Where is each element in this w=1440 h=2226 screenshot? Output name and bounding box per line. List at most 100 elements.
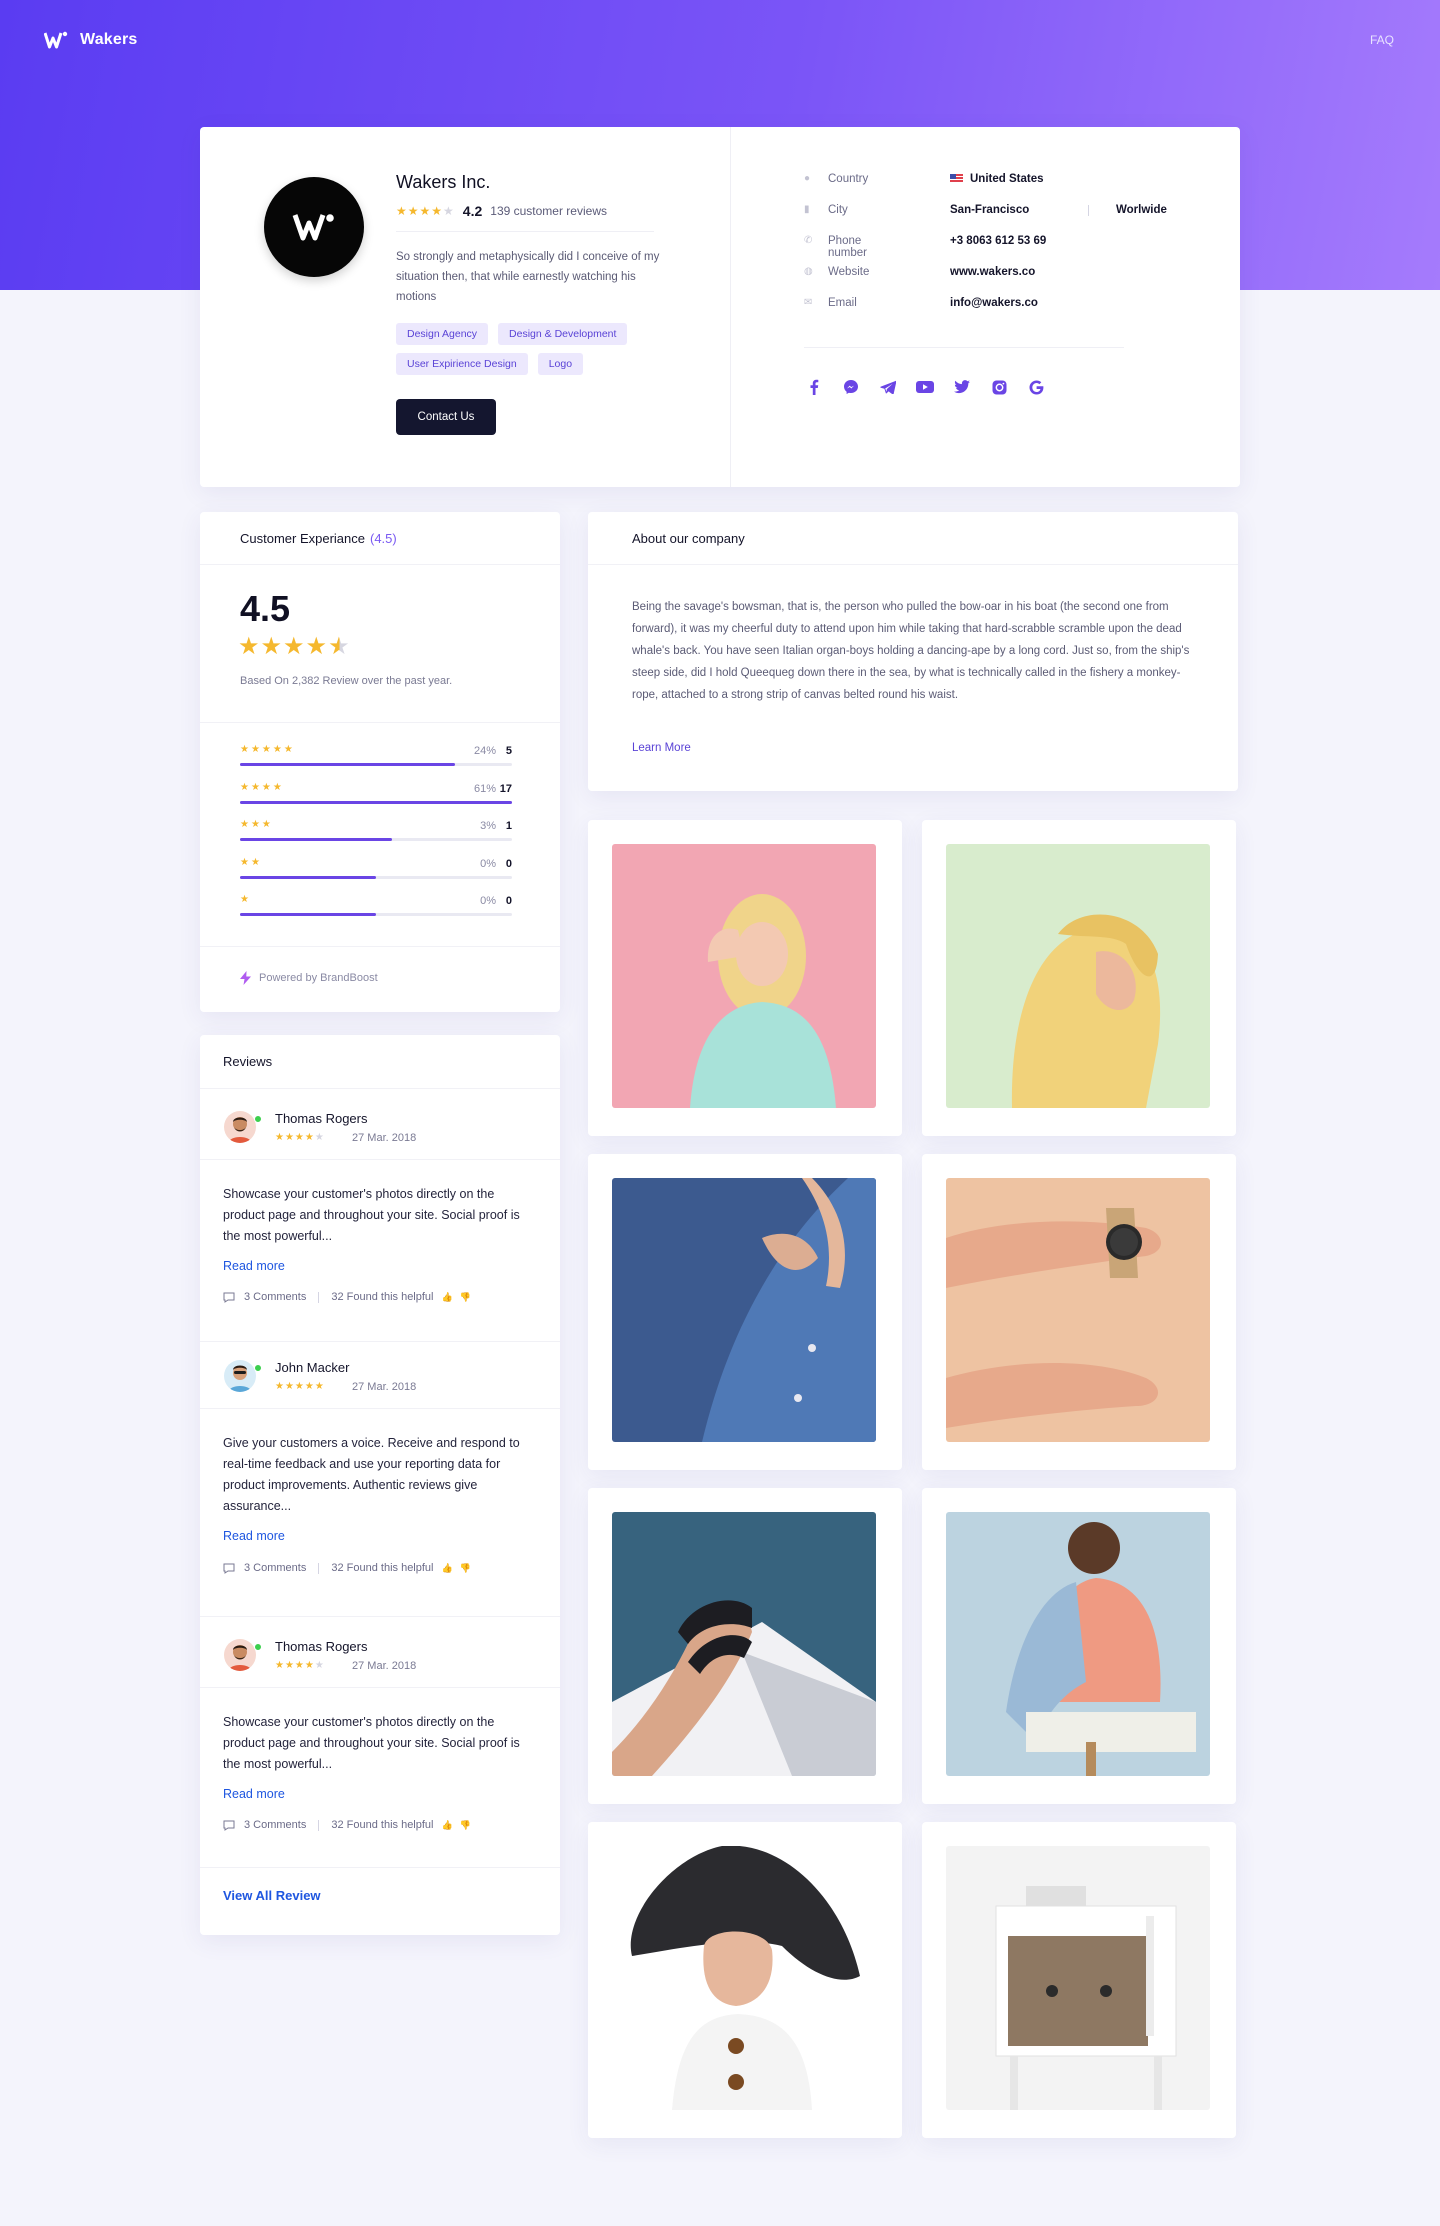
tag-logo[interactable]: Logo — [537, 353, 584, 375]
gallery-item[interactable] — [922, 820, 1236, 1136]
comments-link[interactable]: 3 Comments — [244, 1291, 306, 1303]
comment-icon — [223, 1563, 235, 1574]
helpful-count: 32 Found this helpful — [331, 1562, 434, 1574]
gallery-item[interactable] — [922, 1154, 1236, 1470]
divider — [200, 1408, 560, 1409]
avatar[interactable] — [224, 1639, 256, 1671]
gallery-item[interactable] — [588, 1822, 902, 2138]
read-more-link[interactable]: Read more — [223, 1259, 285, 1273]
globe-icon: ◍ — [804, 266, 813, 277]
online-indicator — [254, 1364, 262, 1372]
facebook-icon[interactable] — [804, 377, 824, 397]
telegram-icon[interactable] — [878, 377, 898, 397]
gallery-item[interactable] — [922, 1822, 1236, 2138]
row-percent: 24% — [473, 745, 496, 757]
phone-value[interactable]: +3 8063 612 53 69 — [950, 235, 1046, 247]
powered-by[interactable]: Powered by BrandBoost — [240, 971, 378, 985]
card-title: About our company — [632, 530, 745, 546]
top-navigation: Wakers FAQ — [0, 0, 1440, 80]
gallery-image — [946, 1846, 1210, 2110]
reviewer-name[interactable]: Thomas Rogers — [275, 1111, 367, 1126]
company-logo-icon — [292, 214, 334, 241]
reviewer-name[interactable]: John Macker — [275, 1360, 349, 1375]
company-logo — [264, 177, 364, 277]
view-all-reviews-link[interactable]: View All Review — [223, 1888, 321, 1903]
rating-row: ★ 0% 0 — [240, 894, 512, 932]
row-percent: 61% — [473, 782, 496, 795]
thumbs-up-icon[interactable]: 👍 — [442, 1820, 453, 1831]
reviews-count-link[interactable]: 139 customer reviews — [490, 204, 607, 218]
gallery-item[interactable] — [588, 1488, 902, 1804]
learn-more-link[interactable]: Learn More — [632, 742, 691, 754]
progress-fill — [240, 838, 393, 841]
youtube-icon[interactable] — [915, 377, 935, 397]
contact-us-button[interactable]: Contact Us — [396, 399, 496, 435]
gallery-item[interactable] — [588, 820, 902, 1136]
thumbs-down-icon[interactable]: 👎 — [460, 1563, 471, 1574]
messenger-icon[interactable] — [841, 377, 861, 397]
row-count: 5 — [505, 745, 512, 757]
row-stars: ★★★ — [240, 819, 273, 830]
thumbs-down-icon[interactable]: 👎 — [460, 1292, 471, 1303]
progress-track — [240, 800, 512, 804]
website-label: Website — [828, 266, 870, 278]
city-label: City — [828, 204, 848, 216]
tag-design-agency[interactable]: Design Agency — [396, 323, 489, 345]
thumbs-up-icon[interactable]: 👍 — [442, 1563, 453, 1574]
mail-icon: ✉ — [804, 297, 813, 308]
separator — [318, 1562, 320, 1574]
country-name: United States — [970, 173, 1044, 185]
review-meta: 3 Comments 32 Found this helpful 👍 👎 — [223, 1819, 471, 1831]
comments-link[interactable]: 3 Comments — [244, 1562, 306, 1574]
rating-row: ★★★★ 61% 17 — [240, 782, 512, 820]
divider — [200, 946, 560, 947]
avatar[interactable] — [224, 1360, 256, 1392]
rating-row: ★★ 0% 0 — [240, 857, 512, 895]
comments-link[interactable]: 3 Comments — [244, 1819, 306, 1831]
company-rating: ★★★★★ 4.2 139 customer reviews — [396, 203, 607, 219]
based-on-text: Based On 2,382 Review over the past year… — [240, 675, 453, 687]
thumbs-down-icon[interactable]: 👎 — [460, 1820, 471, 1831]
lightning-icon — [240, 971, 251, 985]
row-stars: ★★ — [240, 856, 262, 868]
review-date: 27 Mar. 2018 — [352, 1660, 417, 1672]
gallery-image — [946, 1512, 1210, 1776]
thumbs-up-icon[interactable]: 👍 — [442, 1292, 453, 1303]
avatar[interactable] — [224, 1111, 256, 1143]
customer-experience-card: Customer Experiance (4.5) 4.5 ★★★★★ Base… — [200, 512, 560, 1012]
review-item: Thomas Rogers ★★★★★ 27 Mar. 2018 Showcas… — [200, 1111, 560, 1361]
twitter-icon[interactable] — [952, 377, 972, 397]
faq-link[interactable]: FAQ — [1370, 33, 1394, 47]
card-header: Reviews — [200, 1035, 560, 1089]
email-link[interactable]: info@wakers.co — [950, 297, 1038, 309]
separator — [318, 1291, 320, 1303]
read-more-link[interactable]: Read more — [223, 1787, 285, 1801]
divider — [200, 722, 560, 723]
review-date: 27 Mar. 2018 — [352, 1381, 417, 1393]
read-more-link[interactable]: Read more — [223, 1529, 285, 1543]
brand[interactable]: Wakers — [44, 30, 138, 50]
progress-fill — [240, 875, 376, 879]
gallery-image — [946, 1178, 1210, 1442]
divider — [200, 1159, 560, 1160]
brand-name: Wakers — [80, 31, 138, 48]
row-percent: 0% — [480, 857, 496, 870]
tag-design-development[interactable]: Design & Development — [498, 323, 628, 345]
tag-ux-design[interactable]: User Expirience Design — [396, 353, 528, 375]
progress-fill — [240, 800, 512, 804]
instagram-icon[interactable] — [989, 377, 1009, 397]
review-text: Showcase your customer's photos directly… — [223, 1187, 520, 1243]
phone-label: Phone number — [828, 235, 867, 259]
city-value: San-Francisco — [950, 204, 1030, 216]
reviewer-name[interactable]: Thomas Rogers — [275, 1639, 367, 1654]
rating-row: ★★★★★ 24% 5 — [240, 744, 512, 782]
website-link[interactable]: www.wakers.co — [950, 266, 1035, 278]
divider — [200, 1341, 560, 1342]
google-icon[interactable] — [1026, 377, 1046, 397]
gallery-item[interactable] — [588, 1154, 902, 1470]
row-count: 17 — [499, 782, 512, 795]
title-score: (4.5) — [370, 530, 397, 546]
rating-distribution: ★★★★★ 24% 5 ★★★★ 61% 17 ★★★ 3% 1 ★★ 0% 0 ★ 0% 0 — [240, 744, 512, 932]
gallery-item[interactable] — [922, 1488, 1236, 1804]
review-date: 27 Mar. 2018 — [352, 1132, 417, 1144]
